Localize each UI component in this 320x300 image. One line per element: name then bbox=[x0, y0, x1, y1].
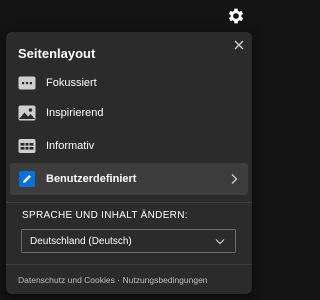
region-language-value: Deutschland (Deutsch) bbox=[30, 235, 132, 247]
region-language-select[interactable]: Deutschland (Deutsch) bbox=[21, 229, 236, 253]
settings-gear-icon[interactable] bbox=[226, 6, 246, 26]
layout-option-label: Fokussiert bbox=[46, 77, 97, 89]
page-layout-panel: Seitenlayout Fokussiert Inspirierend Inf… bbox=[6, 32, 252, 294]
terms-of-use-link[interactable]: Nutzungsbedingungen bbox=[122, 275, 207, 285]
layout-option-label: Inspirierend bbox=[46, 107, 104, 119]
pencil-icon bbox=[18, 170, 36, 188]
panel-title: Seitenlayout bbox=[18, 46, 96, 61]
image-layout-icon bbox=[18, 104, 36, 122]
layout-option-inspirational[interactable]: Inspirierend bbox=[10, 97, 248, 129]
layout-option-focused[interactable]: Fokussiert bbox=[10, 67, 248, 99]
chevron-right-icon bbox=[230, 173, 238, 185]
layout-option-informational[interactable]: Informativ bbox=[10, 130, 248, 162]
footer-separator: · bbox=[117, 275, 121, 285]
divider bbox=[6, 264, 252, 265]
chevron-down-icon bbox=[215, 238, 225, 245]
language-section-heading: SPRACHE UND INHALT ÄNDERN: bbox=[22, 210, 188, 221]
close-icon[interactable] bbox=[234, 40, 244, 50]
informational-layout-icon bbox=[18, 137, 36, 155]
focused-layout-icon bbox=[18, 74, 36, 92]
layout-option-label: Benutzerdefiniert bbox=[46, 173, 137, 185]
layout-option-custom[interactable]: Benutzerdefiniert bbox=[10, 163, 248, 195]
layout-option-label: Informativ bbox=[46, 140, 95, 152]
privacy-cookies-link[interactable]: Datenschutz und Cookies bbox=[18, 275, 115, 285]
divider bbox=[6, 202, 252, 203]
footer-links: Datenschutz und Cookies · Nutzungsbeding… bbox=[18, 275, 208, 285]
